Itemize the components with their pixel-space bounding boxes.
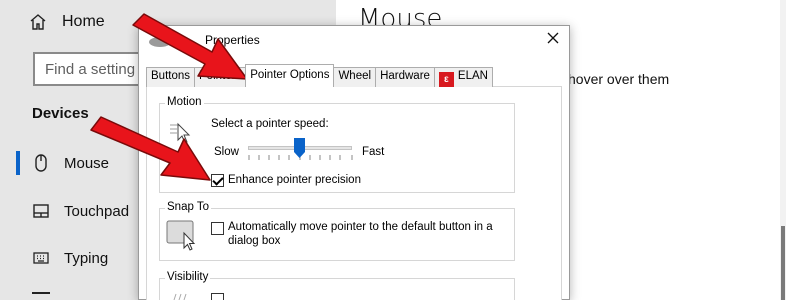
enhance-precision-checkbox[interactable]	[211, 174, 224, 187]
home-nav-item[interactable]: Home	[28, 10, 105, 34]
elan-logo-icon: ε	[438, 72, 454, 87]
motion-group-label: Motion	[165, 96, 204, 108]
setting-description: hover over them	[568, 71, 670, 87]
mouse-icon	[32, 154, 50, 172]
pointer-speed-icon	[170, 122, 191, 144]
snap-to-group-label: Snap To	[165, 201, 211, 213]
scrollbar-thumb[interactable]	[781, 226, 785, 300]
tab-pointers[interactable]: Pointers	[194, 67, 247, 87]
tab-strip: Buttons Pointers Pointer Options Wheel H…	[146, 64, 493, 87]
visibility-group-label: Visibility	[165, 271, 211, 283]
enhance-precision-label: Enhance pointer precision	[228, 174, 361, 186]
sidebar-item-partial	[32, 292, 50, 300]
sidebar-item-label: Touchpad	[64, 202, 130, 220]
tab-elan[interactable]: ε ELAN	[433, 67, 493, 87]
home-label: Home	[62, 13, 105, 30]
pointer-trails-icon	[173, 293, 187, 300]
tab-pointer-options[interactable]: Pointer Options	[245, 64, 335, 87]
dialog-title: Properties	[205, 33, 260, 47]
close-icon[interactable]	[545, 30, 561, 46]
snap-to-icon	[166, 220, 196, 251]
tab-elan-label: ELAN	[457, 70, 488, 82]
home-icon	[30, 14, 46, 30]
touchpad-icon	[32, 202, 50, 220]
sidebar-item-label: Typing	[64, 249, 109, 267]
pointer-speed-label: Select a pointer speed:	[211, 118, 329, 130]
snap-to-checkbox[interactable]	[211, 222, 224, 235]
slow-label: Slow	[214, 146, 239, 158]
tab-buttons[interactable]: Buttons	[146, 67, 195, 87]
snap-to-label-line2: dialog box	[228, 235, 281, 247]
section-title: Devices	[32, 105, 89, 122]
sidebar-item-label: Mouse	[64, 154, 110, 172]
tab-wheel[interactable]: Wheel	[333, 67, 377, 87]
mouse-properties-icon	[149, 37, 171, 47]
fast-label: Fast	[362, 146, 385, 158]
tab-hardware[interactable]: Hardware	[375, 67, 435, 87]
keyboard-icon	[32, 249, 50, 267]
snap-to-label-line1: Automatically move pointer to the defaul…	[228, 221, 493, 233]
visibility-checkbox[interactable]	[211, 293, 224, 300]
